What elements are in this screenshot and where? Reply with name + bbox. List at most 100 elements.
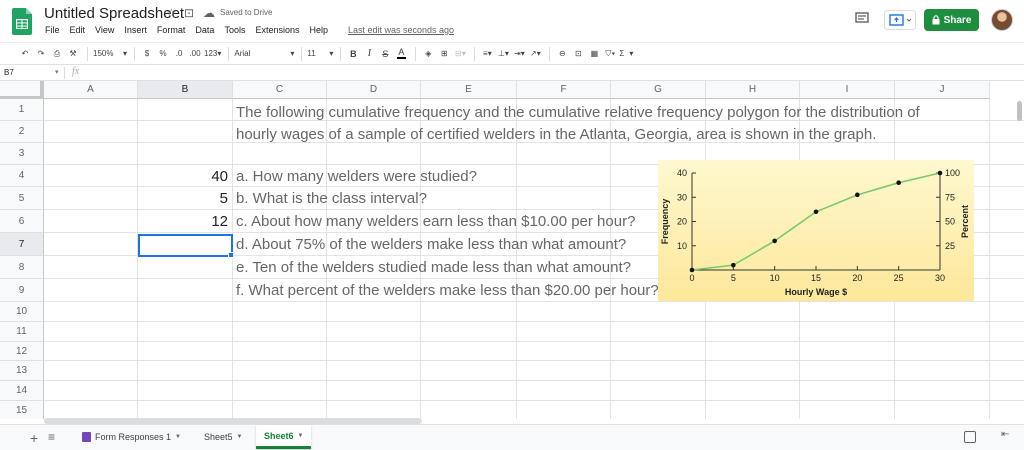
row-header-1[interactable]: 1 <box>0 99 44 121</box>
chevron-down-icon[interactable]: ▾ <box>55 68 59 76</box>
explore-icon[interactable] <box>964 431 976 443</box>
row-header-9[interactable]: 9 <box>0 279 44 302</box>
menu-file[interactable]: File <box>40 24 65 38</box>
fill-color-icon[interactable]: ◈ <box>421 46 435 62</box>
formula-input[interactable] <box>90 67 990 79</box>
font-family-select[interactable]: Arial ▾ <box>234 46 294 62</box>
document-title[interactable]: Untitled Spreadsheet <box>44 5 184 22</box>
currency-format-button[interactable]: $ <box>140 46 154 62</box>
text-color-button[interactable]: A <box>394 46 408 62</box>
column-header-b[interactable]: B <box>138 81 233 99</box>
sheet-tab-form-responses-1[interactable]: Form Responses 1 ▼ <box>74 425 189 449</box>
cell-c8[interactable]: e. Ten of the welders studied made less … <box>236 259 631 276</box>
cloud-saved-icon[interactable]: ☁ <box>203 6 215 20</box>
comment-history-icon[interactable] <box>855 12 869 25</box>
sheet-tab-sheet5[interactable]: Sheet5 ▼ <box>196 425 250 449</box>
row-header-11[interactable]: 11 <box>0 322 44 342</box>
name-box[interactable]: B7 <box>4 68 62 77</box>
row-header-10[interactable]: 10 <box>0 302 44 322</box>
text-wrapping-icon[interactable]: ⇥▾ <box>512 46 526 62</box>
user-avatar[interactable] <box>991 9 1013 31</box>
column-header-c[interactable]: C <box>233 81 327 99</box>
merge-cells-icon[interactable]: ⊟▾ <box>453 46 467 62</box>
zoom-select[interactable]: 150% ▾ <box>93 46 127 62</box>
row-header-7[interactable]: 7 <box>0 233 44 256</box>
row-header-15[interactable]: 15 <box>0 401 44 419</box>
row-header-6[interactable]: 6 <box>0 210 44 233</box>
fill-handle[interactable] <box>228 252 234 258</box>
borders-icon[interactable]: ⊞ <box>437 46 451 62</box>
row-header-2[interactable]: 2 <box>0 121 44 143</box>
cell-c2[interactable]: hourly wages of a sample of certified we… <box>236 126 876 143</box>
collapse-panel-icon[interactable]: ⇤ <box>1001 429 1009 440</box>
cell-c5[interactable]: b. What is the class interval? <box>236 190 427 207</box>
text-rotation-icon[interactable]: ↗▾ <box>528 46 542 62</box>
filter-icon[interactable]: ⛉▾ <box>603 46 617 62</box>
menu-extensions[interactable]: Extensions <box>250 24 304 38</box>
horizontal-align-icon[interactable]: ≡▾ <box>480 46 494 62</box>
menu-view[interactable]: View <box>90 24 119 38</box>
cell-c4[interactable]: a. How many welders were studied? <box>236 168 477 185</box>
menu-format[interactable]: Format <box>152 24 191 38</box>
column-header-a[interactable]: A <box>44 81 138 99</box>
menu-data[interactable]: Data <box>190 24 219 38</box>
cell-b6[interactable]: 12 <box>138 213 228 230</box>
share-button[interactable]: Share <box>924 9 979 31</box>
row-header-5[interactable]: 5 <box>0 187 44 210</box>
increase-decimals-button[interactable]: .00 <box>188 46 202 62</box>
menu-insert[interactable]: Insert <box>119 24 152 38</box>
row-header-12[interactable]: 12 <box>0 342 44 361</box>
menu-edit[interactable]: Edit <box>65 24 91 38</box>
all-sheets-menu-icon[interactable]: ≡ <box>48 430 55 444</box>
paint-format-icon[interactable]: ⚒ <box>66 46 80 62</box>
sheet-tab-sheet6[interactable]: Sheet6 ▼ <box>256 425 312 449</box>
move-folder-icon[interactable]: ⊡ <box>184 6 194 20</box>
italic-button[interactable]: I <box>362 46 376 62</box>
insert-chart-icon[interactable]: ▦ <box>587 46 601 62</box>
cell-c1[interactable]: The following cumulative frequency and t… <box>236 104 920 121</box>
cell-c7[interactable]: d. About 75% of the welders make less th… <box>236 236 626 253</box>
select-all-corner[interactable] <box>0 81 44 99</box>
column-header-h[interactable]: H <box>706 81 800 99</box>
column-header-j[interactable]: J <box>895 81 990 99</box>
print-icon[interactable]: ⎙ <box>50 46 64 62</box>
cell-c9[interactable]: f. What percent of the welders make less… <box>236 282 659 299</box>
column-header-i[interactable]: I <box>800 81 895 99</box>
row-header-8[interactable]: 8 <box>0 256 44 279</box>
undo-icon[interactable]: ↶ <box>18 46 32 62</box>
present-button[interactable] <box>884 10 916 30</box>
cell-b4[interactable]: 40 <box>138 168 228 185</box>
more-formats-select[interactable]: 123 ▾ <box>204 46 221 62</box>
font-size-select[interactable]: 11 ▾ <box>307 46 333 62</box>
row-header-4[interactable]: 4 <box>0 165 44 187</box>
bold-button[interactable]: B <box>346 46 360 62</box>
vertical-align-icon[interactable]: ⊥▾ <box>496 46 510 62</box>
column-header-d[interactable]: D <box>327 81 421 99</box>
add-sheet-button[interactable]: + <box>30 430 38 446</box>
cell-b5[interactable]: 5 <box>138 190 228 207</box>
selected-cell-b7[interactable] <box>138 234 233 257</box>
strikethrough-button[interactable]: S <box>378 46 392 62</box>
last-edit-link[interactable]: Last edit was seconds ago <box>343 24 459 38</box>
row-header-3[interactable]: 3 <box>0 143 44 165</box>
data-point <box>731 262 736 268</box>
star-icon[interactable]: ☆ <box>166 6 177 20</box>
percent-format-button[interactable]: % <box>156 46 170 62</box>
functions-button[interactable]: Σ ▾ <box>619 46 633 62</box>
column-header-f[interactable]: F <box>517 81 611 99</box>
column-header-g[interactable]: G <box>611 81 706 99</box>
x-tick-label: 20 <box>852 273 862 283</box>
sheets-logo-icon[interactable] <box>12 8 32 35</box>
column-header-e[interactable]: E <box>421 81 517 99</box>
insert-comment-icon[interactable]: ⊡ <box>571 46 585 62</box>
row-header-14[interactable]: 14 <box>0 381 44 401</box>
menu-help[interactable]: Help <box>304 24 333 38</box>
row-header-13[interactable]: 13 <box>0 361 44 381</box>
redo-icon[interactable]: ↷ <box>34 46 48 62</box>
cumulative-frequency-chart[interactable]: 0 5 10 15 20 25 30 10 20 30 40 25 50 75 100 Hourly Wage… <box>658 160 974 301</box>
menu-tools[interactable]: Tools <box>219 24 250 38</box>
decrease-decimals-button[interactable]: .0 <box>172 46 186 62</box>
cell-c6[interactable]: c. About how many welders earn less than… <box>236 213 635 230</box>
insert-link-icon[interactable]: ⊖ <box>555 46 569 62</box>
vertical-scrollbar[interactable] <box>1017 101 1022 121</box>
